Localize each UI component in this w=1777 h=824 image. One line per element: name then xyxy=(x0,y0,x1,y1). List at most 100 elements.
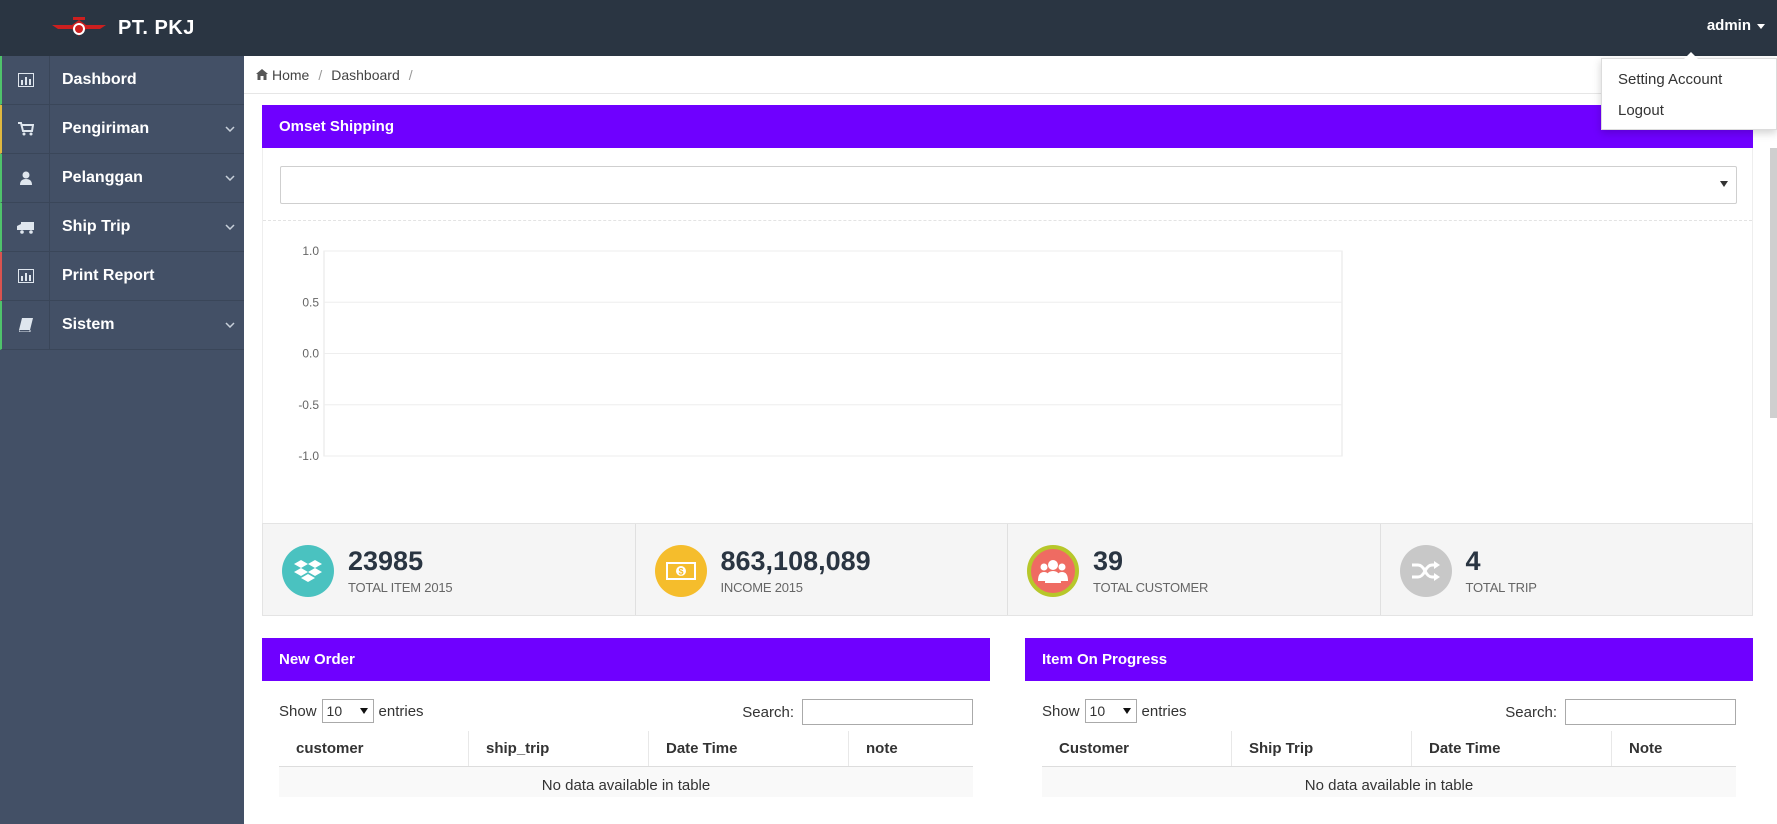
y-tick-label: -0.5 xyxy=(298,398,319,412)
select-arrow-icon xyxy=(359,708,368,714)
empty-table-message: No data available in table xyxy=(279,767,973,797)
chevron-down-icon xyxy=(216,175,244,181)
sidebar-item-sistem[interactable]: Sistem xyxy=(0,301,244,350)
stats-row: 23985 TOTAL ITEM 2015 $ 863,108,089 INCO… xyxy=(262,523,1753,616)
brand[interactable]: PT. PKJ xyxy=(52,14,195,42)
omset-chart: 1.0 0.5 0.0 -0.5 -1.0 xyxy=(298,244,1343,463)
entries-label: entries xyxy=(378,702,424,720)
brand-logo-icon xyxy=(52,17,106,36)
column-header[interactable]: customer xyxy=(279,731,469,766)
logout-link[interactable]: Logout xyxy=(1602,100,1776,131)
entries-label: entries xyxy=(1141,702,1187,720)
chevron-down-icon xyxy=(216,322,244,328)
item-progress-title: Item On Progress xyxy=(1042,651,1168,668)
search-label: Search: xyxy=(1505,703,1557,721)
empty-table-message: No data available in table xyxy=(1042,767,1736,797)
user-icon xyxy=(2,154,50,202)
new-order-header: New Order xyxy=(262,638,990,681)
stat-label: TOTAL TRIP xyxy=(1465,580,1537,595)
stat-value: 4 xyxy=(1465,546,1481,576)
search-label: Search: xyxy=(742,703,794,721)
book-icon xyxy=(2,301,50,349)
bar-chart-icon xyxy=(2,252,50,300)
column-header[interactable]: Date Time xyxy=(649,731,849,766)
sidebar-item-ship-trip[interactable]: Ship Trip xyxy=(0,203,244,252)
sidebar-item-label: Print Report xyxy=(62,267,155,284)
omset-select[interactable] xyxy=(280,166,1737,204)
entries-value: 10 xyxy=(1089,703,1106,719)
y-tick-label: 0.5 xyxy=(302,295,319,309)
new-order-title: New Order xyxy=(279,651,355,668)
truck-icon xyxy=(2,203,50,251)
search-input[interactable] xyxy=(802,699,973,725)
dropbox-icon xyxy=(282,545,334,597)
money-icon: $ xyxy=(654,545,707,597)
length-control: Show 10 entries xyxy=(1042,699,1187,723)
search-control: Search: xyxy=(742,699,973,725)
divider xyxy=(263,220,1752,221)
show-label: Show xyxy=(1042,702,1080,720)
username: admin xyxy=(1706,17,1751,34)
chevron-down-icon xyxy=(216,126,244,132)
entries-select[interactable]: 10 xyxy=(321,699,374,723)
svg-text:$: $ xyxy=(678,567,683,577)
column-header[interactable]: Ship Trip xyxy=(1232,731,1412,766)
stat-label: TOTAL CUSTOMER xyxy=(1093,580,1209,595)
y-tick-label: 0.0 xyxy=(302,347,319,361)
omset-panel-body: 1.0 0.5 0.0 -0.5 -1.0 xyxy=(262,148,1753,524)
sidebar-item-label: Dashbord xyxy=(62,71,137,88)
setting-account-link[interactable]: Setting Account xyxy=(1602,69,1776,100)
brand-name: PT. PKJ xyxy=(118,16,195,39)
breadcrumb: Home / Dashboard / xyxy=(244,56,1777,94)
stat-value: 23985 xyxy=(348,546,424,576)
caret-down-icon xyxy=(1757,24,1765,29)
stat-total-customer: 39 TOTAL CUSTOMER xyxy=(1008,524,1381,615)
column-header[interactable]: Customer xyxy=(1042,731,1232,766)
show-label: Show xyxy=(279,702,317,720)
item-progress-panel: Show 10 entries Search: Customer Ship Tr… xyxy=(1025,681,1753,824)
user-dropdown-menu: Setting Account Logout xyxy=(1601,52,1777,131)
breadcrumb-separator: / xyxy=(408,66,413,83)
column-header[interactable]: note xyxy=(849,731,973,766)
omset-title: Omset Shipping xyxy=(279,118,395,135)
stat-value: 39 xyxy=(1093,546,1124,576)
top-navbar: PT. PKJ admin xyxy=(0,0,1777,56)
sidebar: Dashbord Pengiriman Pelanggan Ship Trip … xyxy=(0,56,244,824)
sidebar-item-print-report[interactable]: Print Report xyxy=(0,252,244,301)
sidebar-item-label: Pengiriman xyxy=(62,120,150,137)
breadcrumb-home[interactable]: Home xyxy=(272,67,309,83)
users-icon xyxy=(1027,545,1079,597)
home-icon xyxy=(256,67,268,83)
stat-income: $ 863,108,089 INCOME 2015 xyxy=(636,524,1008,615)
y-tick-label: -1.0 xyxy=(298,449,319,463)
entries-value: 10 xyxy=(326,703,343,719)
select-arrow-icon xyxy=(1720,181,1728,187)
search-control: Search: xyxy=(1505,699,1736,725)
column-header[interactable]: Date Time xyxy=(1412,731,1612,766)
entries-select[interactable]: 10 xyxy=(1084,699,1137,723)
table-controls: Show 10 entries Search: xyxy=(262,681,990,731)
breadcrumb-separator: / xyxy=(318,66,323,83)
sidebar-item-pengiriman[interactable]: Pengiriman xyxy=(0,105,244,154)
stat-total-item: 23985 TOTAL ITEM 2015 xyxy=(263,524,636,615)
cart-icon xyxy=(2,105,50,153)
search-input[interactable] xyxy=(1565,699,1736,725)
sidebar-item-label: Sistem xyxy=(62,316,115,333)
stat-value: 863,108,089 xyxy=(720,546,871,576)
sidebar-item-dashbord[interactable]: Dashbord xyxy=(0,56,244,105)
user-menu-toggle[interactable]: admin xyxy=(1707,17,1765,34)
omset-panel-header: Omset Shipping xyxy=(262,105,1753,148)
table-controls: Show 10 entries Search: xyxy=(1025,681,1753,731)
length-control: Show 10 entries xyxy=(279,699,424,723)
chevron-down-icon xyxy=(216,224,244,230)
sidebar-item-pelanggan[interactable]: Pelanggan xyxy=(0,154,244,203)
column-header[interactable]: Note xyxy=(1612,731,1736,766)
shuffle-icon xyxy=(1399,545,1452,597)
stat-label: TOTAL ITEM 2015 xyxy=(348,580,453,595)
scrollbar[interactable] xyxy=(1770,148,1777,418)
bar-chart-icon xyxy=(2,56,50,104)
breadcrumb-dashboard[interactable]: Dashboard xyxy=(331,67,400,83)
column-header[interactable]: ship_trip xyxy=(469,731,649,766)
y-tick-label: 1.0 xyxy=(302,244,319,258)
stat-label: INCOME 2015 xyxy=(720,580,804,595)
